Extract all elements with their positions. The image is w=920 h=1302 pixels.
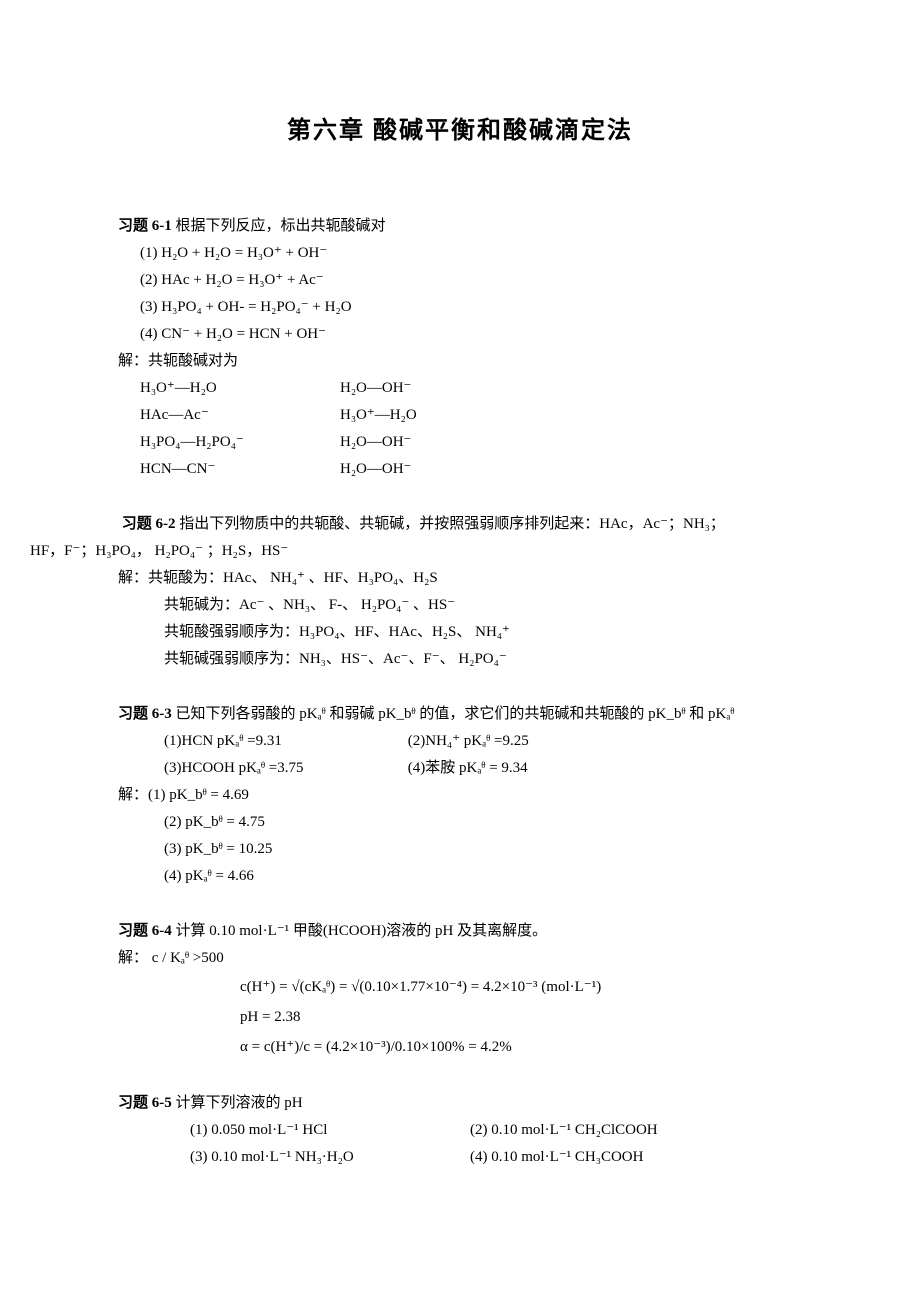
- label-6-3: 习题 6-3: [118, 706, 172, 722]
- problem-6-2: 习题 6-2 指出下列物质中的共轭酸、共轭碱，并按照强弱顺序排列起来：HAc，A…: [100, 511, 820, 673]
- item-6-5-2: (2) 0.10 mol·L⁻¹ CH₂ClCOOH: [470, 1117, 658, 1144]
- formula-6-4-3: α = c(H⁺)/c = (4.2×10⁻³)/0.10×100% = 4.2…: [240, 1032, 820, 1062]
- data-6-3-2: (2)NH₄⁺ pKₐᶿ =9.25: [408, 733, 529, 749]
- sol-6-3-4: (4) pKₐᶿ = 4.66: [164, 863, 820, 890]
- prompt-6-5: 计算下列溶液的 pH: [176, 1095, 303, 1111]
- prompt-6-4: 计算 0.10 mol·L⁻¹ 甲酸(HCOOH)溶液的 pH 及其离解度。: [176, 923, 548, 939]
- pair-1a: H₃O⁺—H₂O: [140, 375, 340, 402]
- problem-6-1: 习题 6-1 根据下列反应，标出共轭酸碱对 (1) H₂O + H₂O = H₃…: [100, 213, 820, 483]
- prompt-6-3: 已知下列各弱酸的 pKₐᶿ 和弱碱 pK_bᶿ 的值，求它们的共轭碱和共轭酸的 …: [176, 706, 735, 722]
- ans-6-2-4: 共轭碱强弱顺序为：NH₃、HS⁻、Ac⁻、F⁻、 H₂PO₄⁻: [164, 646, 820, 673]
- item-6-5-3: (3) 0.10 mol·L⁻¹ NH₃·H₂O: [190, 1144, 470, 1171]
- pair-3b: H₂O—OH⁻: [340, 429, 411, 456]
- formula-6-4-2: pH = 2.38: [240, 1002, 820, 1032]
- data-6-3-3: (3)HCOOH pKₐᶿ =3.75: [164, 755, 404, 782]
- label-6-5: 习题 6-5: [118, 1095, 172, 1111]
- sol-label-6-1: 解：共轭酸碱对为: [118, 348, 820, 375]
- label-6-4: 习题 6-4: [118, 923, 172, 939]
- ans-6-2-1: 解：共轭酸为：HAc、 NH₄⁺ 、HF、H₃PO₄、H₂S: [118, 565, 820, 592]
- sol-6-3-2: (2) pK_bᶿ = 4.75: [164, 809, 820, 836]
- pair-2b: H₃O⁺—H₂O: [340, 402, 417, 429]
- item-6-5-1: (1) 0.050 mol·L⁻¹ HCl: [190, 1117, 470, 1144]
- prompt-6-2b: HF，F⁻；H₃PO₄， H₂PO₄⁻ ；H₂S，HS⁻: [30, 538, 820, 565]
- sol-6-3-3: (3) pK_bᶿ = 10.25: [164, 836, 820, 863]
- prompt-6-1: 根据下列反应，标出共轭酸碱对: [176, 218, 386, 234]
- prompt-6-2a: 指出下列物质中的共轭酸、共轭碱，并按照强弱顺序排列起来：HAc，Ac⁻；NH₃；: [179, 516, 725, 532]
- label-6-2: 习题 6-2: [122, 516, 176, 532]
- eq-6-1-1: (1) H₂O + H₂O = H₃O⁺ + OH⁻: [140, 240, 820, 267]
- chapter-title: 第六章 酸碱平衡和酸碱滴定法: [100, 110, 820, 153]
- sol-6-3-1: 解：(1) pK_bᶿ = 4.69: [118, 782, 820, 809]
- problem-6-5: 习题 6-5 计算下列溶液的 pH (1) 0.050 mol·L⁻¹ HCl …: [100, 1090, 820, 1171]
- sol-6-4-lead: 解： c / Kₐᶿ >500: [118, 945, 820, 972]
- pair-2a: HAc—Ac⁻: [140, 402, 340, 429]
- eq-6-1-2: (2) HAc + H₂O = H₃O⁺ + Ac⁻: [140, 267, 820, 294]
- item-6-5-4: (4) 0.10 mol·L⁻¹ CH₃COOH: [470, 1144, 643, 1171]
- problem-6-3: 习题 6-3 已知下列各弱酸的 pKₐᶿ 和弱碱 pK_bᶿ 的值，求它们的共轭…: [100, 701, 820, 890]
- pair-3a: H₃PO₄—H₂PO₄⁻: [140, 429, 340, 456]
- problem-6-4: 习题 6-4 计算 0.10 mol·L⁻¹ 甲酸(HCOOH)溶液的 pH 及…: [100, 918, 820, 1062]
- eq-6-1-3: (3) H₃PO₄ + OH- = H₂PO₄⁻ + H₂O: [140, 294, 820, 321]
- label-6-1: 习题 6-1: [118, 218, 172, 234]
- pair-4a: HCN—CN⁻: [140, 456, 340, 483]
- ans-6-2-2: 共轭碱为：Ac⁻ 、NH₃、 F-、 H₂PO₄⁻ 、HS⁻: [164, 592, 820, 619]
- ans-6-2-3: 共轭酸强弱顺序为：H₃PO₄、HF、HAc、H₂S、 NH₄⁺: [164, 619, 820, 646]
- eq-6-1-4: (4) CN⁻ + H₂O = HCN + OH⁻: [140, 321, 820, 348]
- formula-6-4-1: c(H⁺) = √(cKₐᶿ) = √(0.10×1.77×10⁻⁴) = 4.…: [240, 972, 820, 1002]
- data-6-3-1: (1)HCN pKₐᶿ =9.31: [164, 728, 404, 755]
- pair-4b: H₂O—OH⁻: [340, 456, 411, 483]
- data-6-3-4: (4)苯胺 pKₐᶿ = 9.34: [408, 760, 528, 776]
- pair-1b: H₂O—OH⁻: [340, 375, 411, 402]
